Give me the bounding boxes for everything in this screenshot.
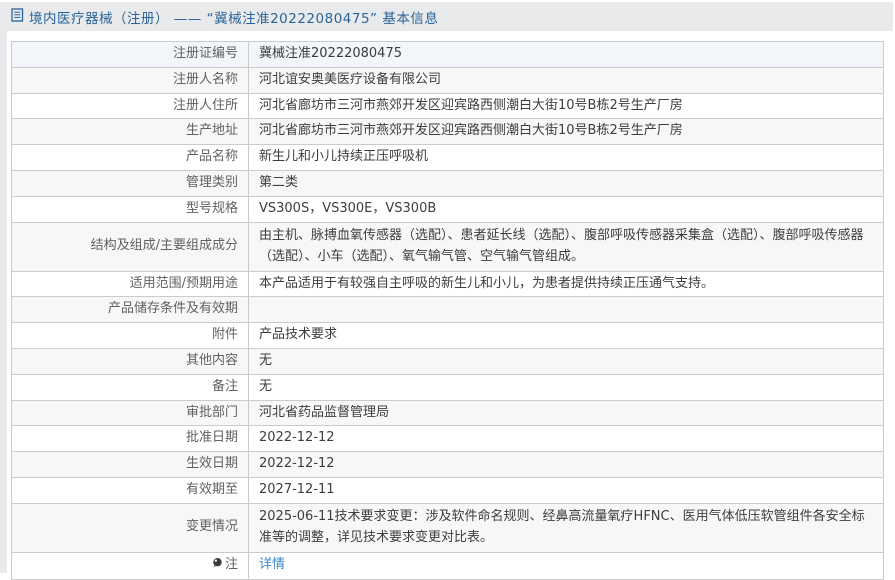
- row-value: 详情: [249, 552, 884, 579]
- table-row: 管理类别 第二类: [12, 170, 884, 196]
- row-label: 产品名称: [12, 145, 249, 171]
- row-value: 冀械注准20222080475: [249, 42, 884, 68]
- row-label: 有效期至: [12, 477, 249, 503]
- note-label: 注: [225, 557, 238, 572]
- table-row: 型号规格 VS300S，VS300E，VS300B: [12, 196, 884, 222]
- row-label: 批准日期: [12, 426, 249, 452]
- note-bulb-icon: [212, 556, 223, 577]
- table-row: 有效期至 2027-12-11: [12, 477, 884, 503]
- table-row: 备注 无: [12, 374, 884, 400]
- row-value: 河北谊安奥美医疗设备有限公司: [249, 67, 884, 93]
- row-label: 注: [12, 552, 249, 579]
- row-value: 本产品适用于有较强自主呼吸的新生儿和小儿，为患者提供持续正压通气支持。: [249, 271, 884, 297]
- table-row: 注册人住所 河北省廊坊市三河市燕郊开发区迎宾路西侧潮白大街10号B栋2号生产厂房: [12, 93, 884, 119]
- row-value: 第二类: [249, 170, 884, 196]
- table-row: 其他内容 无: [12, 348, 884, 374]
- table-row: 生效日期 2022-12-12: [12, 452, 884, 478]
- page-header: 境内医疗器械（注册） —— “冀械注准20222080475” 基本信息: [2, 2, 893, 31]
- row-value: 由主机、脉搏血氧传感器（选配）、患者延长线（选配）、腹部呼吸传感器采集盒（选配）…: [249, 222, 884, 271]
- table-row: 适用范围/预期用途 本产品适用于有较强自主呼吸的新生儿和小儿，为患者提供持续正压…: [12, 271, 884, 297]
- page-left-margin: [0, 2, 7, 573]
- registration-info-table: 注册证编号 冀械注准20222080475 注册人名称 河北谊安奥美医疗设备有限…: [11, 41, 884, 580]
- row-label: 附件: [12, 323, 249, 349]
- row-value: [249, 297, 884, 323]
- row-label: 型号规格: [12, 196, 249, 222]
- row-label: 产品储存条件及有效期: [12, 297, 249, 323]
- row-label: 变更情况: [12, 503, 249, 552]
- row-label: 注册人名称: [12, 67, 249, 93]
- row-value: 2027-12-11: [249, 477, 884, 503]
- table-row: 变更情况 2025-06-11技术要求变更：涉及软件命名规则、经鼻高流量氧疗HF…: [12, 503, 884, 552]
- details-link[interactable]: 详情: [259, 557, 285, 572]
- table-row: 产品储存条件及有效期: [12, 297, 884, 323]
- row-value: 2022-12-12: [249, 426, 884, 452]
- row-value: VS300S，VS300E，VS300B: [249, 196, 884, 222]
- row-label: 结构及组成/主要组成成分: [12, 222, 249, 271]
- row-value: 无: [249, 348, 884, 374]
- row-label: 生效日期: [12, 452, 249, 478]
- row-label: 备注: [12, 374, 249, 400]
- row-value: 2025-06-11技术要求变更：涉及软件命名规则、经鼻高流量氧疗HFNC、医用…: [249, 503, 884, 552]
- row-label: 适用范围/预期用途: [12, 271, 249, 297]
- row-label: 生产地址: [12, 119, 249, 145]
- row-label: 注册人住所: [12, 93, 249, 119]
- row-value: 产品技术要求: [249, 323, 884, 349]
- row-value: 河北省廊坊市三河市燕郊开发区迎宾路西侧潮白大街10号B栋2号生产厂房: [249, 93, 884, 119]
- row-label: 其他内容: [12, 348, 249, 374]
- table-row: 审批部门 河北省药品监督管理局: [12, 400, 884, 426]
- table-row-note: 注 详情: [12, 552, 884, 579]
- table-row: 结构及组成/主要组成成分 由主机、脉搏血氧传感器（选配）、患者延长线（选配）、腹…: [12, 222, 884, 271]
- row-label: 注册证编号: [12, 42, 249, 68]
- document-icon: [11, 8, 24, 26]
- table-row: 产品名称 新生儿和小儿持续正压呼吸机: [12, 145, 884, 171]
- table-row: 注册人名称 河北谊安奥美医疗设备有限公司: [12, 67, 884, 93]
- row-value: 新生儿和小儿持续正压呼吸机: [249, 145, 884, 171]
- row-value: 无: [249, 374, 884, 400]
- row-value: 河北省廊坊市三河市燕郊开发区迎宾路西侧潮白大街10号B栋2号生产厂房: [249, 119, 884, 145]
- row-label: 审批部门: [12, 400, 249, 426]
- table-row: 生产地址 河北省廊坊市三河市燕郊开发区迎宾路西侧潮白大街10号B栋2号生产厂房: [12, 119, 884, 145]
- row-label: 管理类别: [12, 170, 249, 196]
- page-title-text: 境内医疗器械（注册） —— “冀械注准20222080475” 基本信息: [29, 7, 438, 27]
- table-row: 注册证编号 冀械注准20222080475: [12, 42, 884, 68]
- row-value: 2022-12-12: [249, 452, 884, 478]
- table-row: 批准日期 2022-12-12: [12, 426, 884, 452]
- row-value: 河北省药品监督管理局: [249, 400, 884, 426]
- page-title: 境内医疗器械（注册） —— “冀械注准20222080475” 基本信息: [11, 7, 438, 27]
- table-row: 附件 产品技术要求: [12, 323, 884, 349]
